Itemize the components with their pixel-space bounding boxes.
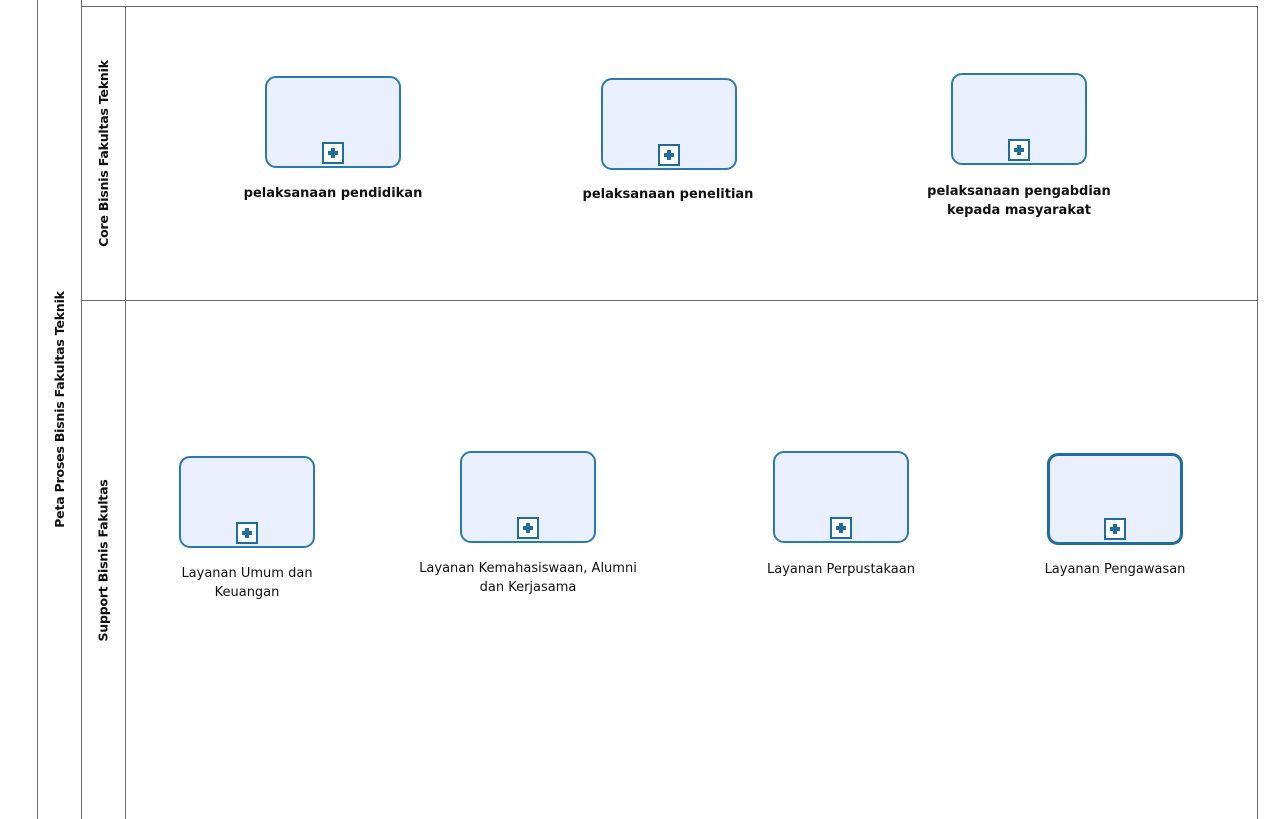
subprocess-label: pelaksanaan penelitian <box>548 185 788 204</box>
subprocess-pelaksanaan-pendidikan[interactable] <box>265 76 401 168</box>
lane-label-core-text: Core Bisnis Fakultas Teknik <box>96 60 111 247</box>
plus-square-icon <box>830 517 852 539</box>
subprocess-label: Layanan Perpustakaan <box>741 560 941 579</box>
lane-header-divider <box>125 7 126 819</box>
lane-label-support-text: Support Bisnis Fakultas <box>96 478 111 642</box>
subprocess-pelaksanaan-penelitian[interactable] <box>601 78 737 170</box>
subprocess-label: pelaksanaan pengabdian kepada masyarakat <box>899 182 1139 220</box>
subprocess-label: Layanan Umum dan Keuangan <box>147 564 347 602</box>
subprocess-layanan-umum-keuangan[interactable] <box>179 456 315 548</box>
subprocess-label-line: Layanan Pengawasan <box>1044 562 1186 577</box>
pool-border-right <box>1257 6 1258 819</box>
plus-square-icon <box>658 144 680 166</box>
subprocess-layanan-kemahasiswaan[interactable] <box>460 451 596 543</box>
pool-title-text: Peta Proses Bisnis Fakultas Teknik <box>52 291 67 528</box>
plus-square-icon <box>1104 518 1126 540</box>
plus-square-icon <box>236 522 258 544</box>
subprocess-pelaksanaan-pengabdian[interactable] <box>951 73 1087 165</box>
subprocess-layanan-perpustakaan[interactable] <box>773 451 909 543</box>
subprocess-label-line: Layanan Perpustakaan <box>767 562 915 577</box>
subprocess-label: pelaksanaan pendidikan <box>213 184 453 203</box>
plus-square-icon <box>517 517 539 539</box>
subprocess-layanan-pengawasan[interactable] <box>1047 453 1183 545</box>
subprocess-label-line: pelaksanaan penelitian <box>582 187 754 202</box>
pool-title[interactable]: Peta Proses Bisnis Fakultas Teknik <box>38 0 81 819</box>
subprocess-label-line: pelaksanaan pendidikan <box>243 186 423 201</box>
lane-separator <box>81 300 1258 301</box>
subprocess-label-line: kepada masyarakat <box>947 203 1091 218</box>
subprocess-label-line: Keuangan <box>214 585 280 600</box>
subprocess-label-line: Layanan Kemahasiswaan, Alumni <box>419 561 637 576</box>
subprocess-label: Layanan Pengawasan <box>1015 560 1215 579</box>
lane-label-core[interactable]: Core Bisnis Fakultas Teknik <box>82 7 125 300</box>
subprocess-label-line: dan Kerjasama <box>479 580 577 595</box>
plus-square-icon <box>1008 139 1030 161</box>
pool-border-top <box>81 6 1258 7</box>
subprocess-label: Layanan Kemahasiswaan, Alumni dan Kerjas… <box>388 559 668 597</box>
lane-label-support[interactable]: Support Bisnis Fakultas <box>82 301 125 819</box>
plus-square-icon <box>322 142 344 164</box>
subprocess-label-line: Layanan Umum dan <box>181 566 313 581</box>
subprocess-label-line: pelaksanaan pengabdian <box>927 184 1111 199</box>
